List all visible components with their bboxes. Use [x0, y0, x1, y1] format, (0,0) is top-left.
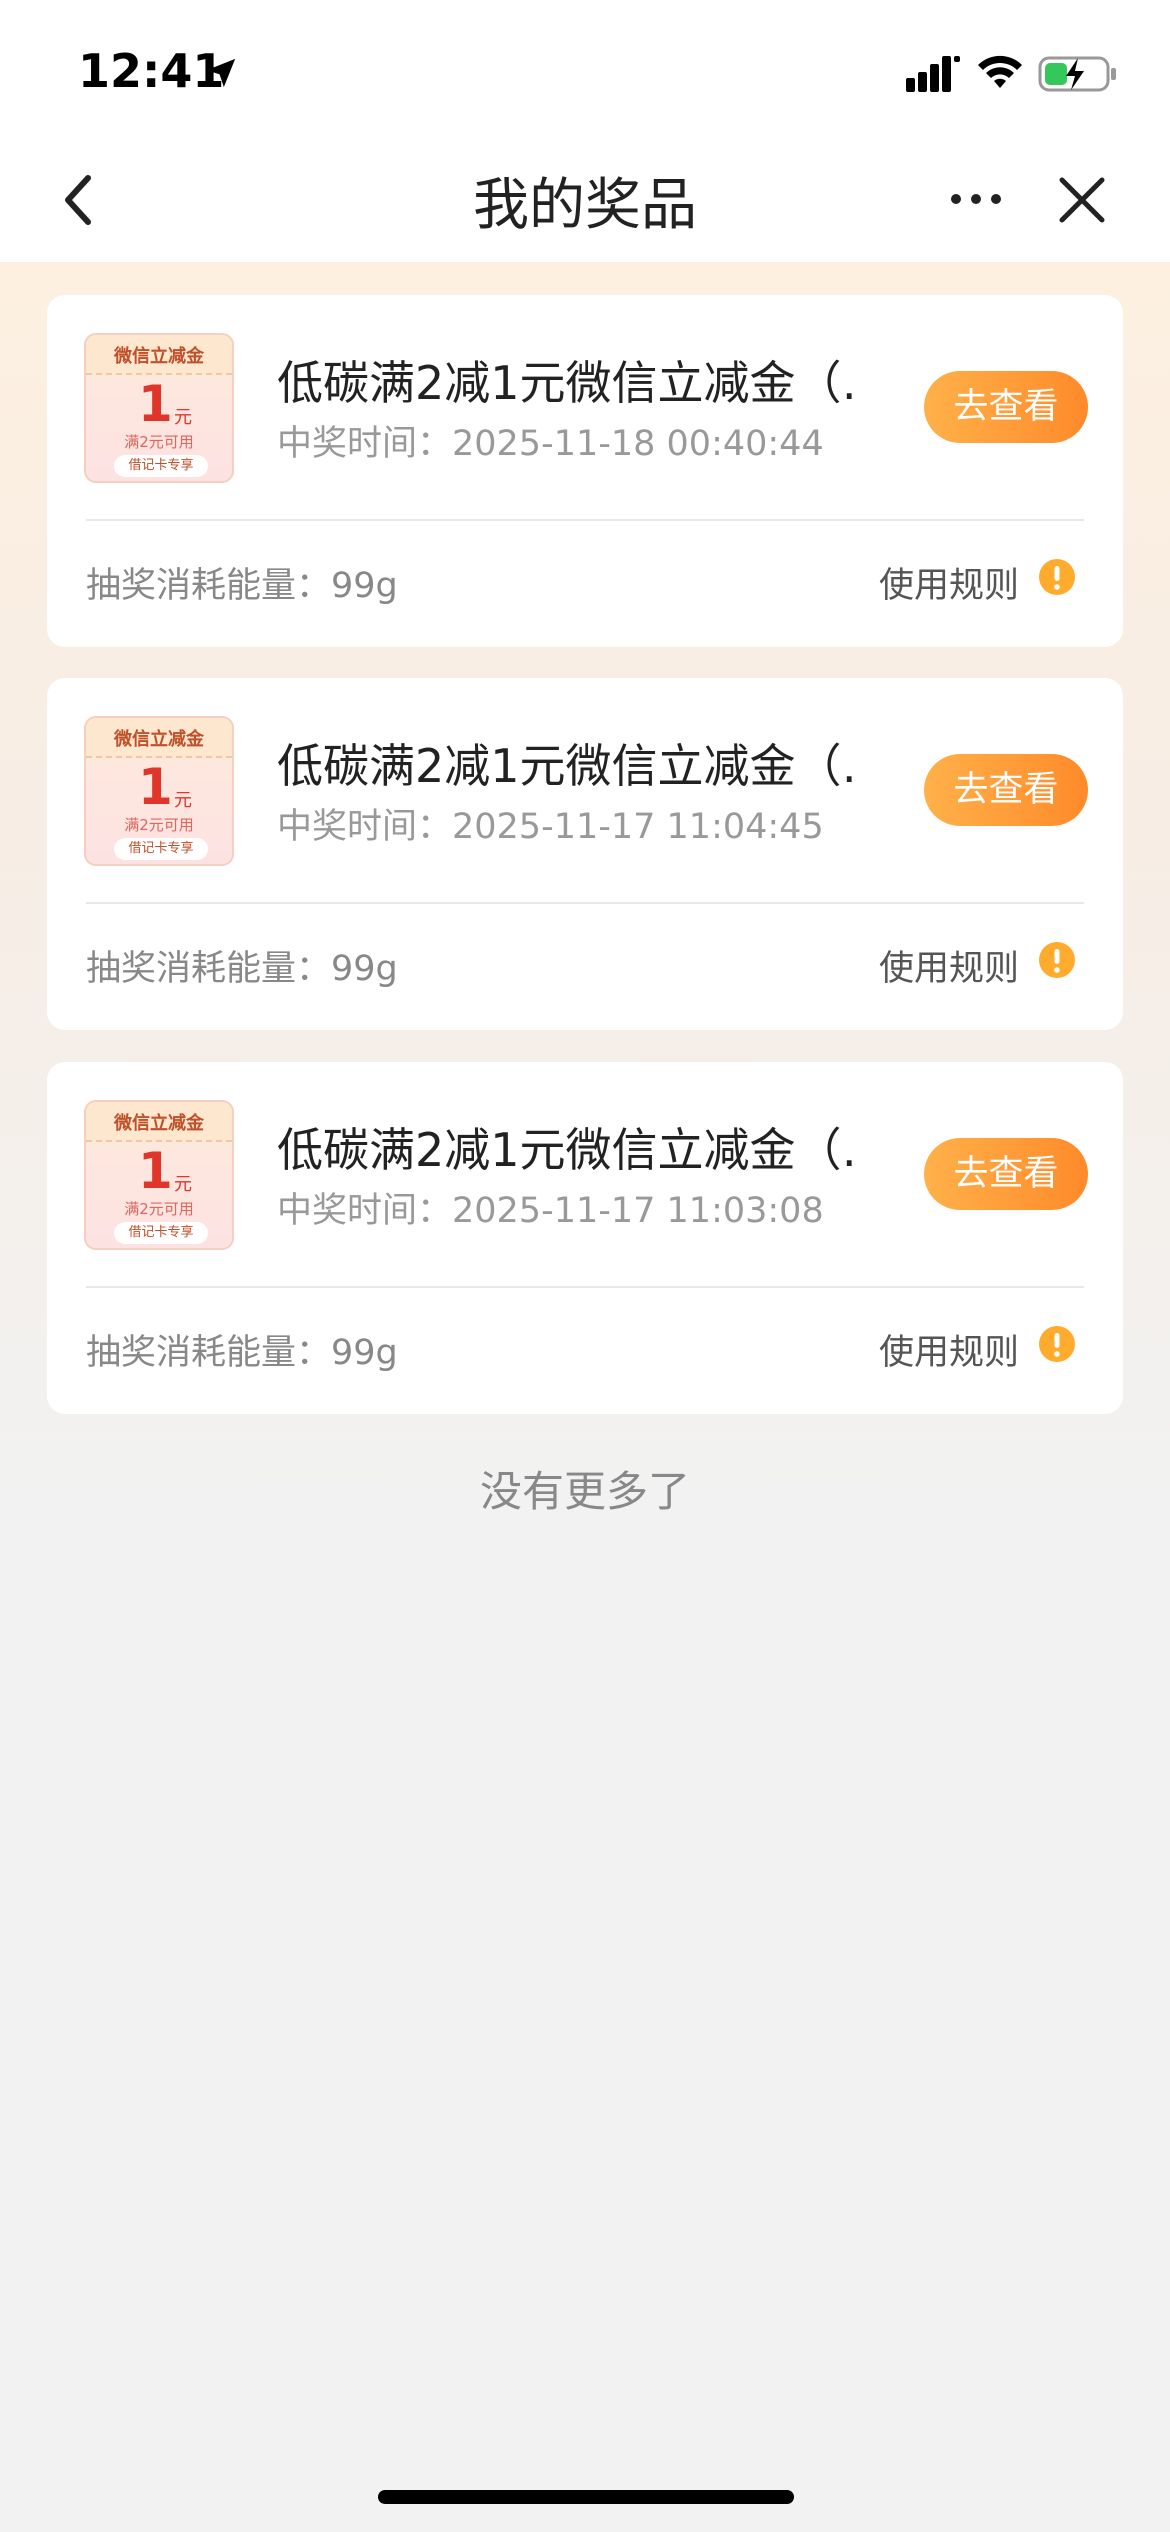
- prize-name: 低碳满2减1元微信立减金（…: [277, 356, 857, 410]
- coupon-amount: 1: [138, 1142, 173, 1200]
- exclamation-info-icon[interactable]: [1037, 1324, 1077, 1364]
- exclamation-info-icon[interactable]: [1037, 557, 1077, 597]
- usage-rules-link[interactable]: 使用规则: [879, 1324, 1019, 1375]
- nav-bar: 我的奖品: [0, 140, 1170, 262]
- coupon-title: 微信立减金: [114, 729, 204, 750]
- coupon-tag: 借记卡专享: [114, 838, 208, 860]
- location-arrow-icon: [206, 58, 236, 88]
- coupon-image: 微信立减金 1 元 满2元可用 借记卡专享: [84, 716, 234, 866]
- coupon-unit: 元: [174, 1174, 192, 1195]
- coupon-image: 微信立减金 1 元 满2元可用 借记卡专享: [84, 1100, 234, 1250]
- view-button[interactable]: 去查看: [924, 754, 1088, 826]
- divider: [86, 519, 1084, 521]
- prize-card: 微信立减金 1 元 满2元可用 借记卡专享 低碳满2减1元微信立减金（… 中奖时…: [47, 678, 1123, 1030]
- close-icon[interactable]: [1058, 176, 1106, 224]
- coupon-unit: 元: [174, 790, 192, 811]
- no-more-text: 没有更多了: [479, 1467, 690, 1516]
- cellular-signal-icon: [906, 56, 960, 92]
- energy-cost: 抽奖消耗能量：99g: [86, 566, 398, 606]
- prize-name: 低碳满2减1元微信立减金（…: [277, 739, 857, 793]
- coupon-amount: 1: [138, 758, 173, 816]
- divider: [86, 902, 1084, 904]
- coupon-title: 微信立减金: [114, 346, 204, 367]
- divider: [86, 1286, 1084, 1288]
- energy-cost: 抽奖消耗能量：99g: [86, 1333, 398, 1373]
- exclamation-info-icon[interactable]: [1037, 940, 1077, 980]
- win-time: 中奖时间：2025-11-18 00:40:44: [277, 424, 824, 464]
- coupon-condition: 满2元可用: [124, 1200, 194, 1218]
- coupon-amount: 1: [138, 375, 173, 433]
- prize-name: 低碳满2减1元微信立减金（…: [277, 1123, 857, 1177]
- coupon-tag: 借记卡专享: [114, 455, 208, 477]
- coupon-condition: 满2元可用: [124, 433, 194, 451]
- status-time: 12:41: [78, 44, 225, 98]
- coupon-tag: 借记卡专享: [114, 1222, 208, 1244]
- wifi-icon: [978, 55, 1022, 88]
- battery-charging-icon: [1038, 56, 1116, 92]
- prize-card: 微信立减金 1 元 满2元可用 借记卡专享 低碳满2减1元微信立减金（… 中奖时…: [47, 1062, 1123, 1414]
- status-bar: 12:41: [0, 0, 1170, 140]
- energy-cost: 抽奖消耗能量：99g: [86, 949, 398, 989]
- more-dots-icon[interactable]: [948, 184, 1004, 214]
- coupon-unit: 元: [174, 407, 192, 428]
- prize-card: 微信立减金 1 元 满2元可用 借记卡专享 低碳满2减1元微信立减金（… 中奖时…: [47, 295, 1123, 647]
- view-button[interactable]: 去查看: [924, 371, 1088, 443]
- win-time: 中奖时间：2025-11-17 11:03:08: [277, 1191, 824, 1231]
- home-indicator: [378, 2490, 794, 2504]
- win-time: 中奖时间：2025-11-17 11:04:45: [277, 807, 824, 847]
- usage-rules-link[interactable]: 使用规则: [879, 557, 1019, 608]
- usage-rules-link[interactable]: 使用规则: [879, 940, 1019, 991]
- coupon-condition: 满2元可用: [124, 816, 194, 834]
- view-button[interactable]: 去查看: [924, 1138, 1088, 1210]
- coupon-image: 微信立减金 1 元 满2元可用 借记卡专享: [84, 333, 234, 483]
- coupon-title: 微信立减金: [114, 1113, 204, 1134]
